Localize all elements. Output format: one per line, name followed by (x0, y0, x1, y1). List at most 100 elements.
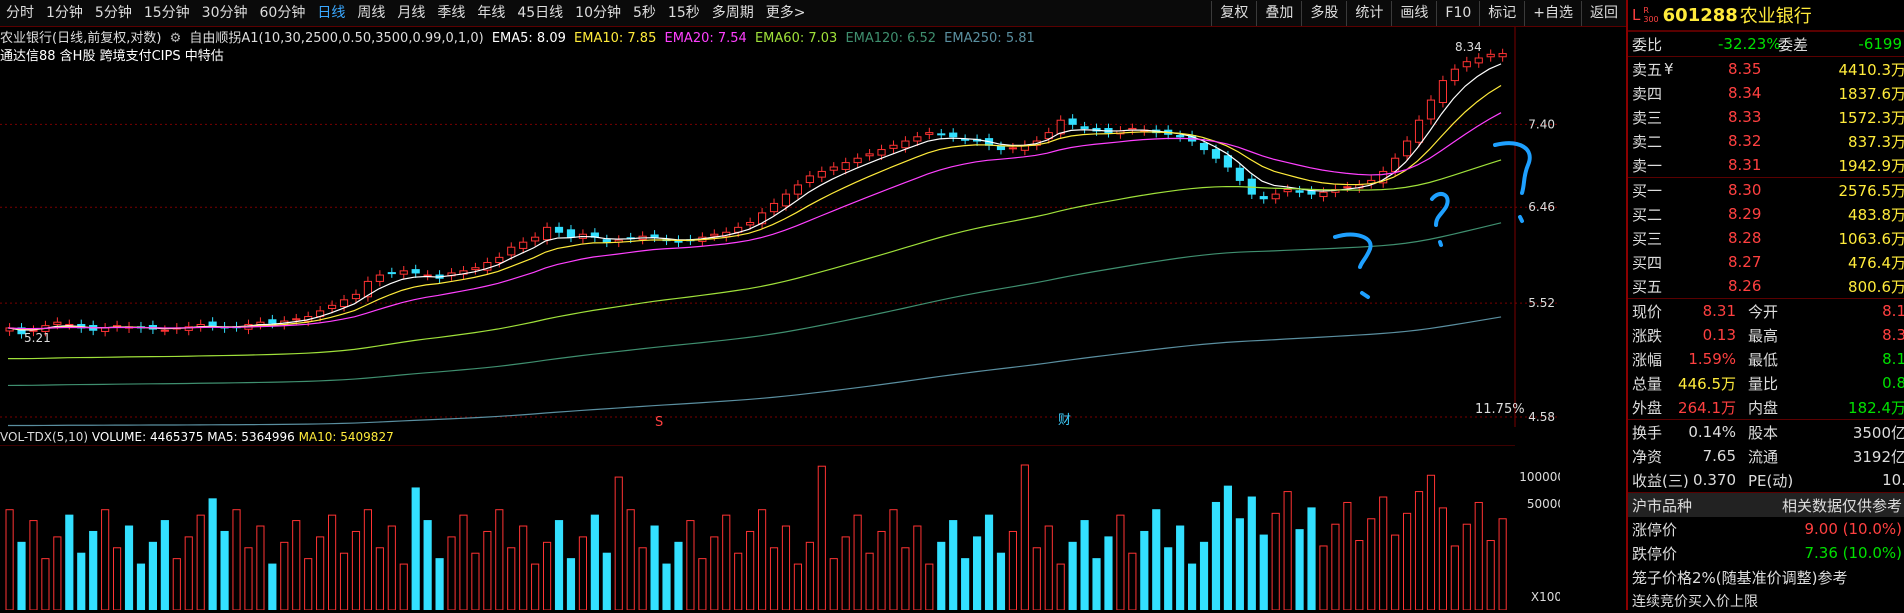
period-tab-2[interactable]: 5分钟 (89, 0, 138, 26)
candle[interactable] (161, 330, 168, 331)
candle[interactable] (1308, 191, 1315, 194)
candle[interactable] (878, 150, 885, 156)
candle[interactable] (472, 268, 479, 270)
candle[interactable] (1284, 190, 1291, 192)
tool-button-8[interactable]: 返回 (1581, 1, 1626, 26)
volume-indicator-name[interactable]: VOL-TDX(5,10) (0, 430, 88, 444)
period-tab-11[interactable]: 45日线 (511, 0, 569, 26)
candle[interactable] (412, 270, 419, 273)
period-tab-1[interactable]: 1分钟 (40, 0, 89, 26)
candle[interactable] (1177, 136, 1184, 137)
candle[interactable] (532, 237, 539, 241)
candle[interactable] (1260, 197, 1267, 199)
period-tab-10[interactable]: 年线 (471, 0, 511, 26)
candle[interactable] (890, 145, 897, 148)
candle[interactable] (842, 163, 849, 170)
candle[interactable] (770, 203, 777, 211)
candle[interactable] (1499, 54, 1506, 57)
period-tab-8[interactable]: 月线 (391, 0, 431, 26)
ask-row[interactable]: 卖四8.341837.6万 (1628, 81, 1904, 105)
candle[interactable] (1439, 81, 1446, 103)
ask-row[interactable]: 卖五¥8.354410.3万 (1628, 57, 1904, 81)
candle[interactable] (424, 275, 431, 276)
bid-row[interactable]: 买三8.281063.6万 (1628, 226, 1904, 250)
candle[interactable] (806, 176, 813, 183)
period-tab-4[interactable]: 30分钟 (196, 0, 254, 26)
tool-button-6[interactable]: 标记 (1479, 1, 1524, 26)
candle[interactable] (902, 141, 909, 148)
candle[interactable] (1236, 168, 1243, 180)
candle[interactable] (1487, 54, 1494, 56)
tool-button-4[interactable]: 画线 (1391, 1, 1436, 26)
candle[interactable] (1296, 191, 1303, 193)
candle[interactable] (830, 167, 837, 170)
stock-code[interactable]: 601288 (1663, 5, 1738, 26)
candle[interactable] (1451, 69, 1458, 80)
period-tab-6[interactable]: 日线 (311, 0, 351, 26)
candle[interactable] (209, 322, 216, 326)
candle[interactable] (376, 275, 383, 281)
candle[interactable] (914, 137, 921, 141)
candle[interactable] (544, 227, 551, 239)
candle[interactable] (938, 134, 945, 135)
candle[interactable] (388, 273, 395, 274)
period-tab-14[interactable]: 15秒 (662, 0, 706, 26)
candle[interactable] (1224, 156, 1231, 167)
candle[interactable] (1415, 120, 1422, 142)
candle[interactable] (866, 154, 873, 156)
candle[interactable] (102, 328, 109, 332)
candle[interactable] (1320, 192, 1327, 196)
period-tab-12[interactable]: 10分钟 (569, 0, 627, 26)
candle[interactable] (340, 300, 347, 307)
candle[interactable] (1463, 62, 1470, 67)
tool-button-3[interactable]: 统计 (1346, 1, 1391, 26)
candle[interactable] (603, 240, 610, 243)
ask-row[interactable]: 卖三8.331572.3万 (1628, 105, 1904, 129)
candle[interactable] (352, 294, 359, 298)
candle[interactable] (926, 133, 933, 135)
stock-name[interactable]: 农业银行 (1740, 2, 1812, 28)
candle[interactable] (1212, 150, 1219, 159)
candle[interactable] (818, 171, 825, 177)
candle[interactable] (508, 247, 515, 255)
candle[interactable] (1009, 148, 1016, 149)
candle[interactable] (1344, 187, 1351, 188)
candle[interactable] (520, 242, 527, 248)
bid-row[interactable]: 买五8.26800.6万 (1628, 274, 1904, 298)
candle[interactable] (854, 158, 861, 162)
ask-row[interactable]: 卖二8.32837.3万 (1628, 129, 1904, 153)
candle[interactable] (1475, 58, 1482, 63)
candle[interactable] (555, 227, 562, 232)
candle[interactable] (1069, 119, 1076, 124)
candle[interactable] (997, 147, 1004, 150)
candle[interactable] (54, 322, 61, 324)
tool-button-0[interactable]: 复权 (1211, 1, 1256, 26)
candle[interactable] (794, 185, 801, 194)
bid-row[interactable]: 买一8.302576.5万 (1628, 178, 1904, 202)
candle[interactable] (1200, 143, 1207, 149)
candle[interactable] (1272, 194, 1279, 199)
bid-row[interactable]: 买四8.27476.4万 (1628, 250, 1904, 274)
ask-row[interactable]: 卖一8.311942.9万 (1628, 153, 1904, 177)
tool-button-7[interactable]: +自选 (1524, 1, 1581, 26)
candle[interactable] (567, 230, 574, 237)
tool-button-1[interactable]: 叠加 (1256, 1, 1301, 26)
bid-row[interactable]: 买二8.29483.8万 (1628, 202, 1904, 226)
candle[interactable] (496, 257, 503, 262)
candle[interactable] (269, 320, 276, 324)
candle[interactable] (293, 319, 300, 320)
tool-button-5[interactable]: F10 (1436, 1, 1479, 26)
candle[interactable] (1404, 141, 1411, 156)
period-tab-13[interactable]: 5秒 (627, 0, 662, 26)
candle[interactable] (782, 194, 789, 206)
candle[interactable] (651, 235, 658, 237)
tool-button-2[interactable]: 多股 (1301, 1, 1346, 26)
period-tab-3[interactable]: 15分钟 (138, 0, 196, 26)
candle[interactable] (1081, 127, 1088, 129)
candle[interactable] (747, 222, 754, 224)
volume-chart[interactable]: 100000 50000 X100 (0, 445, 1560, 610)
candle[interactable] (329, 305, 336, 308)
period-tab-0[interactable]: 分时 (0, 0, 40, 26)
candle[interactable] (950, 133, 957, 137)
candle[interactable] (1427, 100, 1434, 119)
